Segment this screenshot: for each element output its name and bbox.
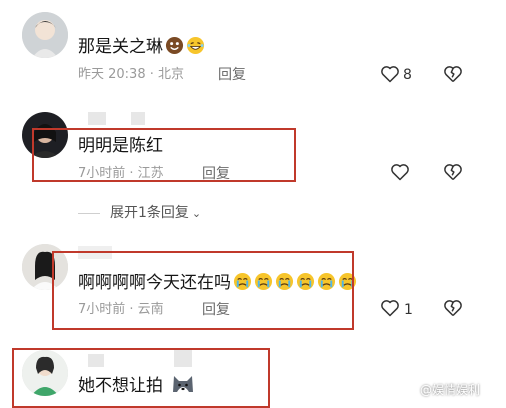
heart-icon[interactable] bbox=[380, 64, 400, 84]
heart-icon[interactable] bbox=[390, 162, 410, 182]
comment-text: 她不想让拍 bbox=[78, 372, 195, 396]
like-count: 1 bbox=[404, 302, 413, 318]
broken-heart-icon[interactable] bbox=[443, 162, 463, 182]
comment-meta: 昨天 20:38 · 北京 bbox=[78, 67, 184, 82]
broken-heart-icon[interactable] bbox=[443, 64, 463, 84]
reply-button[interactable]: 回复 bbox=[218, 67, 246, 83]
reply-button[interactable]: 回复 bbox=[202, 302, 230, 318]
crying-emoji-icon bbox=[296, 272, 315, 291]
highlight-box bbox=[32, 128, 296, 182]
avatar[interactable] bbox=[22, 112, 68, 158]
crying-emoji-icon bbox=[338, 272, 357, 291]
husky-emoji-icon bbox=[171, 372, 195, 394]
comment-text: 那是关之琳 bbox=[78, 36, 205, 57]
comment-meta: 7小时前 · 云南 bbox=[78, 302, 164, 317]
divider-line bbox=[78, 213, 100, 214]
cookie-emoji-icon bbox=[165, 36, 184, 55]
watermark: @娱情娱利 bbox=[420, 383, 481, 397]
avatar[interactable] bbox=[22, 12, 68, 58]
username-redacted bbox=[88, 112, 106, 125]
broken-heart-icon[interactable] bbox=[443, 298, 463, 318]
username-redacted bbox=[78, 246, 112, 259]
heart-icon[interactable] bbox=[380, 298, 400, 318]
reply-button[interactable]: 回复 bbox=[202, 166, 230, 182]
grinning-emoji-icon bbox=[186, 36, 205, 55]
username-redacted bbox=[131, 112, 145, 125]
username-redacted bbox=[88, 354, 104, 367]
like-count: 8 bbox=[403, 67, 412, 83]
username-redacted bbox=[174, 349, 192, 367]
comment-text: 明明是陈红 bbox=[78, 136, 163, 156]
crying-emoji-icon bbox=[317, 272, 336, 291]
chevron-down-icon: ⌄ bbox=[191, 207, 202, 220]
crying-emoji-icon bbox=[254, 272, 273, 291]
comment-text: 啊啊啊啊今天还在吗 bbox=[78, 272, 357, 293]
avatar[interactable] bbox=[22, 350, 68, 396]
comment-meta: 7小时前 · 江苏 bbox=[78, 166, 164, 181]
avatar[interactable] bbox=[22, 244, 68, 290]
crying-emoji-icon bbox=[275, 272, 294, 291]
crying-emoji-icon bbox=[233, 272, 252, 291]
expand-replies-button[interactable]: 展开1条回复 ⌄ bbox=[110, 205, 201, 222]
